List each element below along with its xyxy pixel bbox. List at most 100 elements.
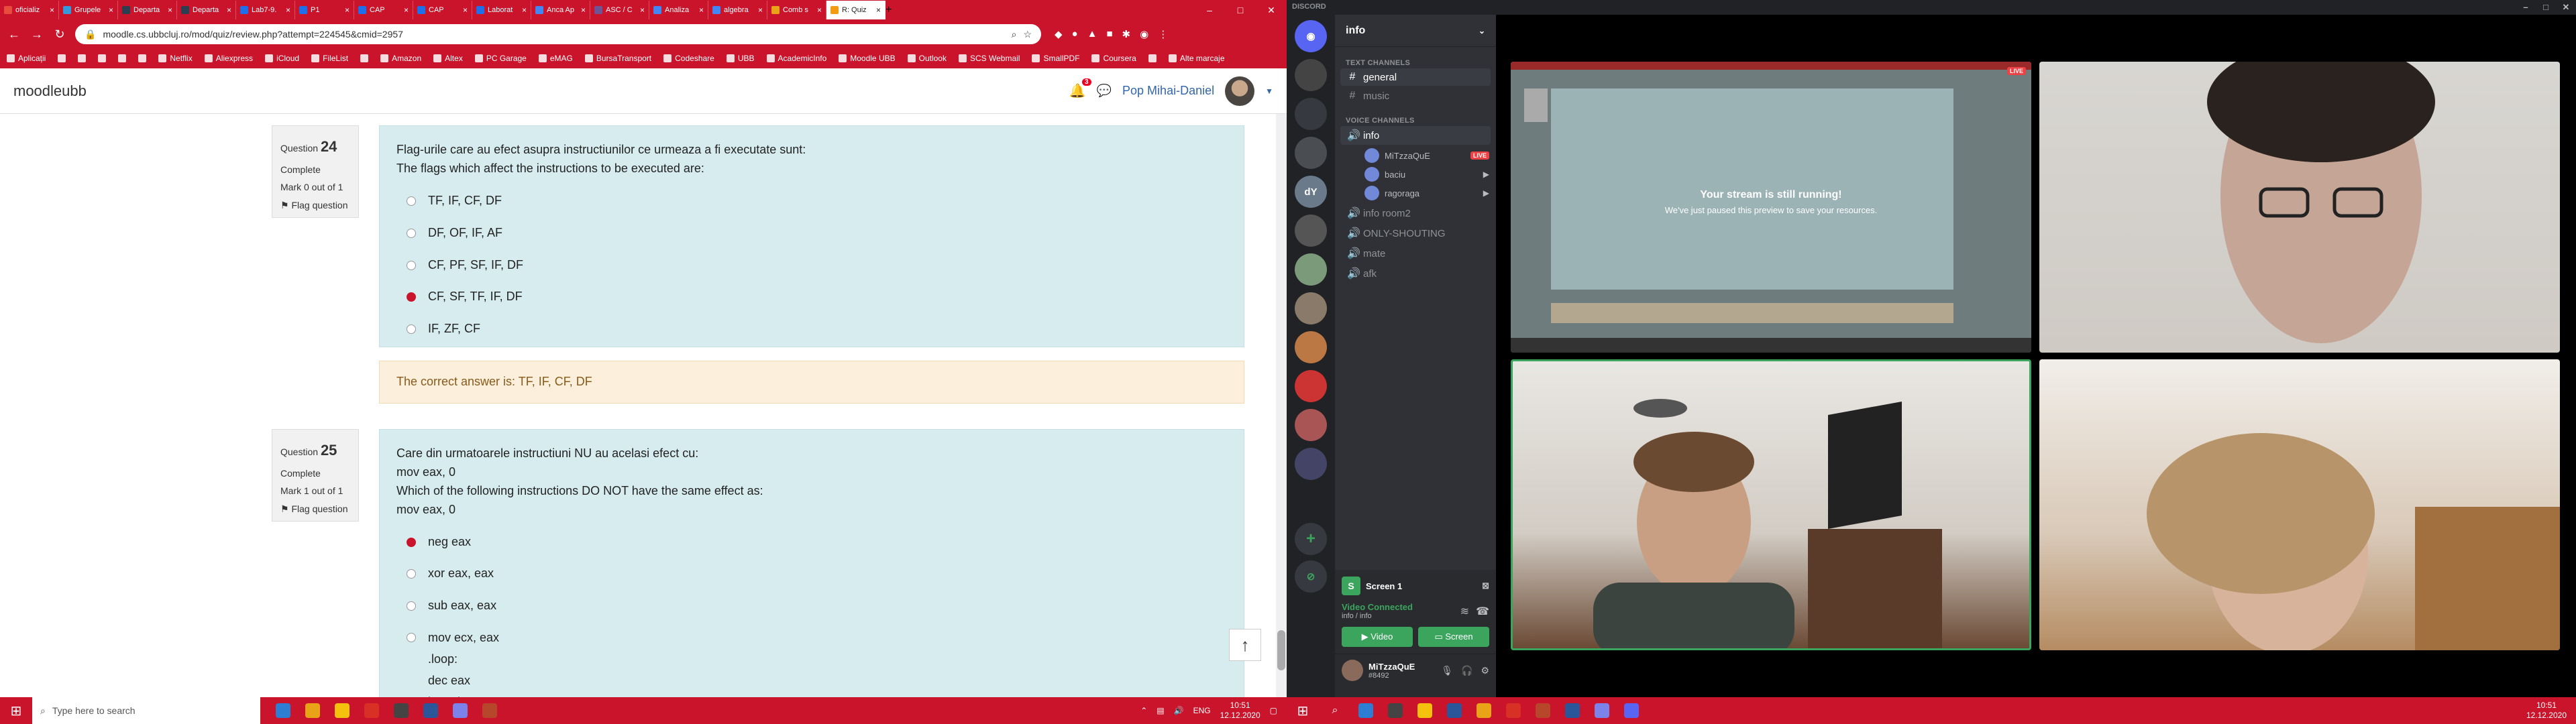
answer-option[interactable]: DF, OF, IF, AF [407, 224, 1227, 243]
taskbar-app-icon[interactable] [327, 697, 357, 724]
close-tab-icon[interactable]: × [286, 5, 290, 15]
server-header[interactable]: info ⌄ [1335, 15, 1496, 47]
voice-channel[interactable]: 🔊 info room2 [1340, 204, 1491, 223]
taskbar-app-icon[interactable] [445, 697, 475, 724]
bookmark-item[interactable]: Moodle UBB [839, 54, 896, 63]
chat-icon[interactable]: 💬 [1097, 84, 1112, 98]
taskbar-app-icon[interactable] [1528, 697, 1558, 724]
answer-option[interactable]: CF, PF, SF, IF, DF [407, 256, 1227, 275]
taskbar-app-icon[interactable] [475, 697, 504, 724]
scrollbar-thumb[interactable] [1277, 630, 1285, 670]
webcam-tile[interactable] [2039, 62, 2560, 353]
radio-button[interactable] [407, 196, 416, 206]
url-input[interactable]: 🔒 moodle.cs.ubbcluj.ro/mod/quiz/review.p… [75, 24, 1041, 44]
browser-tab[interactable]: R: Quiz × [826, 1, 885, 19]
voice-channel[interactable]: 🔊 ONLY-SHOUTING [1340, 224, 1491, 243]
radio-button[interactable] [407, 324, 416, 335]
bookmark-item[interactable]: Codeshare [663, 54, 714, 63]
bell-icon[interactable]: 🔔 3 [1069, 78, 1091, 99]
site-brand[interactable]: moodleubb [13, 82, 87, 100]
stream-preview-tile[interactable]: LIVE Your stream is still running! We've… [1511, 62, 2031, 353]
add-server-icon[interactable]: + [1295, 523, 1327, 555]
browser-tab[interactable]: Analiza × [649, 1, 708, 19]
gear-icon[interactable]: ⚙ [1481, 665, 1489, 676]
new-tab-icon[interactable]: + [885, 4, 892, 16]
extension-icon[interactable]: ▲ [1087, 28, 1097, 40]
server-icon[interactable] [1295, 370, 1327, 402]
bookmark-item[interactable] [118, 54, 127, 62]
bookmark-item[interactable]: Aliexpress [204, 54, 253, 63]
close-tab-icon[interactable]: × [345, 5, 350, 15]
taskbar-app-icon[interactable] [1381, 697, 1410, 724]
server-icon[interactable] [1295, 409, 1327, 441]
extension-icon[interactable]: ● [1072, 28, 1078, 40]
browser-tab[interactable]: Grupele × [59, 1, 118, 19]
bookmark-star-icon[interactable]: ☆ [1023, 29, 1032, 40]
bookmark-item[interactable] [1148, 54, 1157, 62]
zoom-icon[interactable]: ⌕ [1012, 29, 1017, 40]
bookmark-item[interactable] [360, 54, 369, 62]
webcam-tile[interactable] [2039, 359, 2560, 650]
network-icon[interactable]: ▤ [1157, 706, 1164, 715]
browser-tab[interactable]: oficializ × [0, 1, 59, 19]
taskbar-app-icon[interactable] [1617, 697, 1646, 724]
taskbar-app-icon[interactable] [268, 697, 298, 724]
taskbar-app-icon[interactable] [1440, 697, 1469, 724]
bookmark-item[interactable]: Alte marcaje [1168, 54, 1225, 63]
back-icon[interactable]: ← [7, 27, 21, 42]
close-tab-icon[interactable]: × [640, 5, 645, 15]
browser-tab[interactable]: Departa × [177, 1, 236, 19]
profile-icon[interactable]: ◉ [1140, 28, 1148, 40]
chevron-up-icon[interactable]: ⌃ [1140, 706, 1147, 715]
taskbar-app-icon[interactable] [1587, 697, 1617, 724]
disconnect-icon[interactable]: ☎ [1476, 605, 1489, 618]
user-name[interactable]: Pop Mihai-Daniel [1122, 84, 1214, 98]
screen-button[interactable]: ▭ Screen [1418, 627, 1489, 647]
browser-tab[interactable]: CAP × [413, 1, 472, 19]
close-tab-icon[interactable]: × [227, 5, 231, 15]
browser-tab[interactable]: algebra × [708, 1, 767, 19]
radio-button[interactable] [407, 569, 416, 579]
minimize-icon[interactable]: – [2516, 0, 2536, 15]
extension-icon[interactable]: ■ [1106, 28, 1112, 40]
answer-option[interactable]: neg eax [407, 533, 1227, 552]
voice-user[interactable]: MiTzzaQuE LIVE [1335, 146, 1496, 165]
windows-start-icon[interactable]: ⊞ [0, 703, 32, 719]
server-icon[interactable]: ◉ [1295, 20, 1327, 52]
voice-user[interactable]: ragoraga ▶ [1335, 184, 1496, 202]
close-tab-icon[interactable]: × [876, 5, 881, 15]
taskbar-app-icon[interactable] [298, 697, 327, 724]
voice-channel[interactable]: 🔊 mate [1340, 244, 1491, 263]
browser-tab[interactable]: Comb s × [767, 1, 826, 19]
bookmark-item[interactable]: SCS Webmail [958, 54, 1020, 63]
clock[interactable]: 10:51 12.12.2020 [2526, 701, 2567, 721]
answer-option[interactable]: CF, SF, TF, IF, DF [407, 288, 1227, 306]
browser-tab[interactable]: Laborat × [472, 1, 531, 19]
server-icon[interactable] [1295, 448, 1327, 480]
bookmark-item[interactable] [58, 54, 66, 62]
close-tab-icon[interactable]: × [168, 5, 172, 15]
flag-question-button[interactable]: ⚑ Flag question [280, 196, 350, 215]
close-tab-icon[interactable]: × [817, 5, 822, 15]
search-icon[interactable]: ⌕ [1319, 705, 1351, 717]
bookmark-item[interactable]: eMAG [538, 54, 573, 63]
microphone-icon[interactable]: 🎙 [1441, 665, 1453, 676]
minimize-icon[interactable]: – [1194, 0, 1225, 20]
webcam-tile[interactable] [1511, 359, 2031, 650]
taskbar-app-icon[interactable] [1351, 697, 1381, 724]
bookmark-item[interactable]: iCloud [265, 54, 299, 63]
radio-button[interactable] [407, 260, 416, 270]
flag-question-button[interactable]: ⚑ Flag question [280, 500, 350, 518]
server-icon[interactable] [1295, 98, 1327, 130]
windows-start-icon[interactable]: ⊞ [1287, 703, 1319, 719]
bookmark-item[interactable] [138, 54, 147, 62]
radio-button[interactable] [407, 601, 416, 611]
voice-location[interactable]: info / info [1335, 612, 1460, 620]
voice-channel[interactable]: 🔊 afk [1340, 264, 1491, 283]
avatar[interactable] [1342, 660, 1363, 681]
bookmark-item[interactable]: Amazon [380, 54, 421, 63]
close-tab-icon[interactable]: × [109, 5, 113, 15]
notifications-icon[interactable]: ▢ [1270, 706, 1277, 715]
server-icon[interactable]: dY [1295, 176, 1327, 208]
answer-option[interactable]: TF, IF, CF, DF [407, 192, 1227, 210]
